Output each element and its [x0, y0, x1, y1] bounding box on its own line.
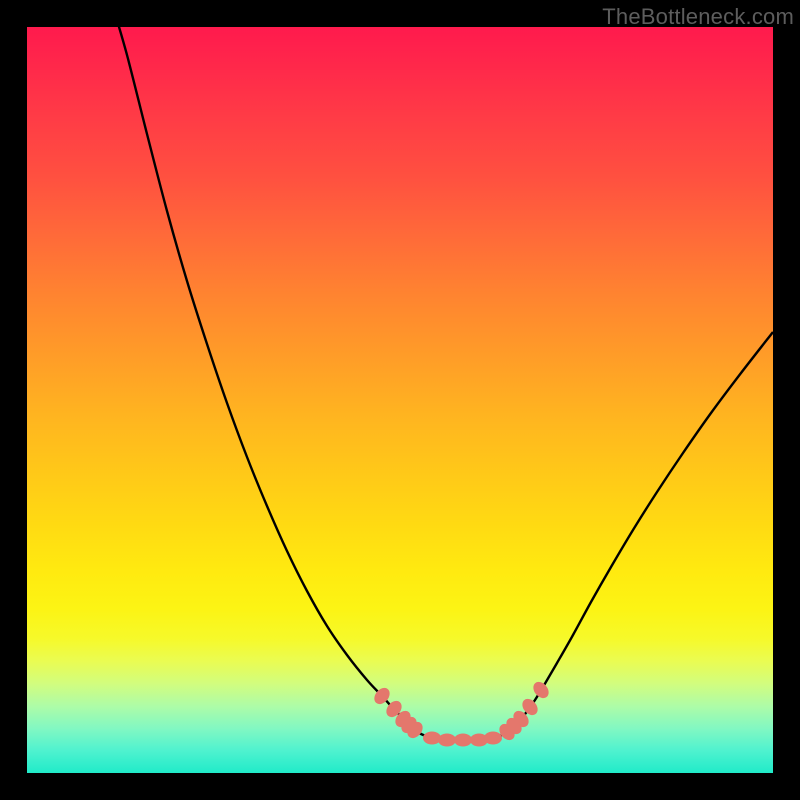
watermark-text: TheBottleneck.com [602, 4, 794, 30]
gradient-background [27, 27, 773, 773]
chart-frame [27, 27, 773, 773]
